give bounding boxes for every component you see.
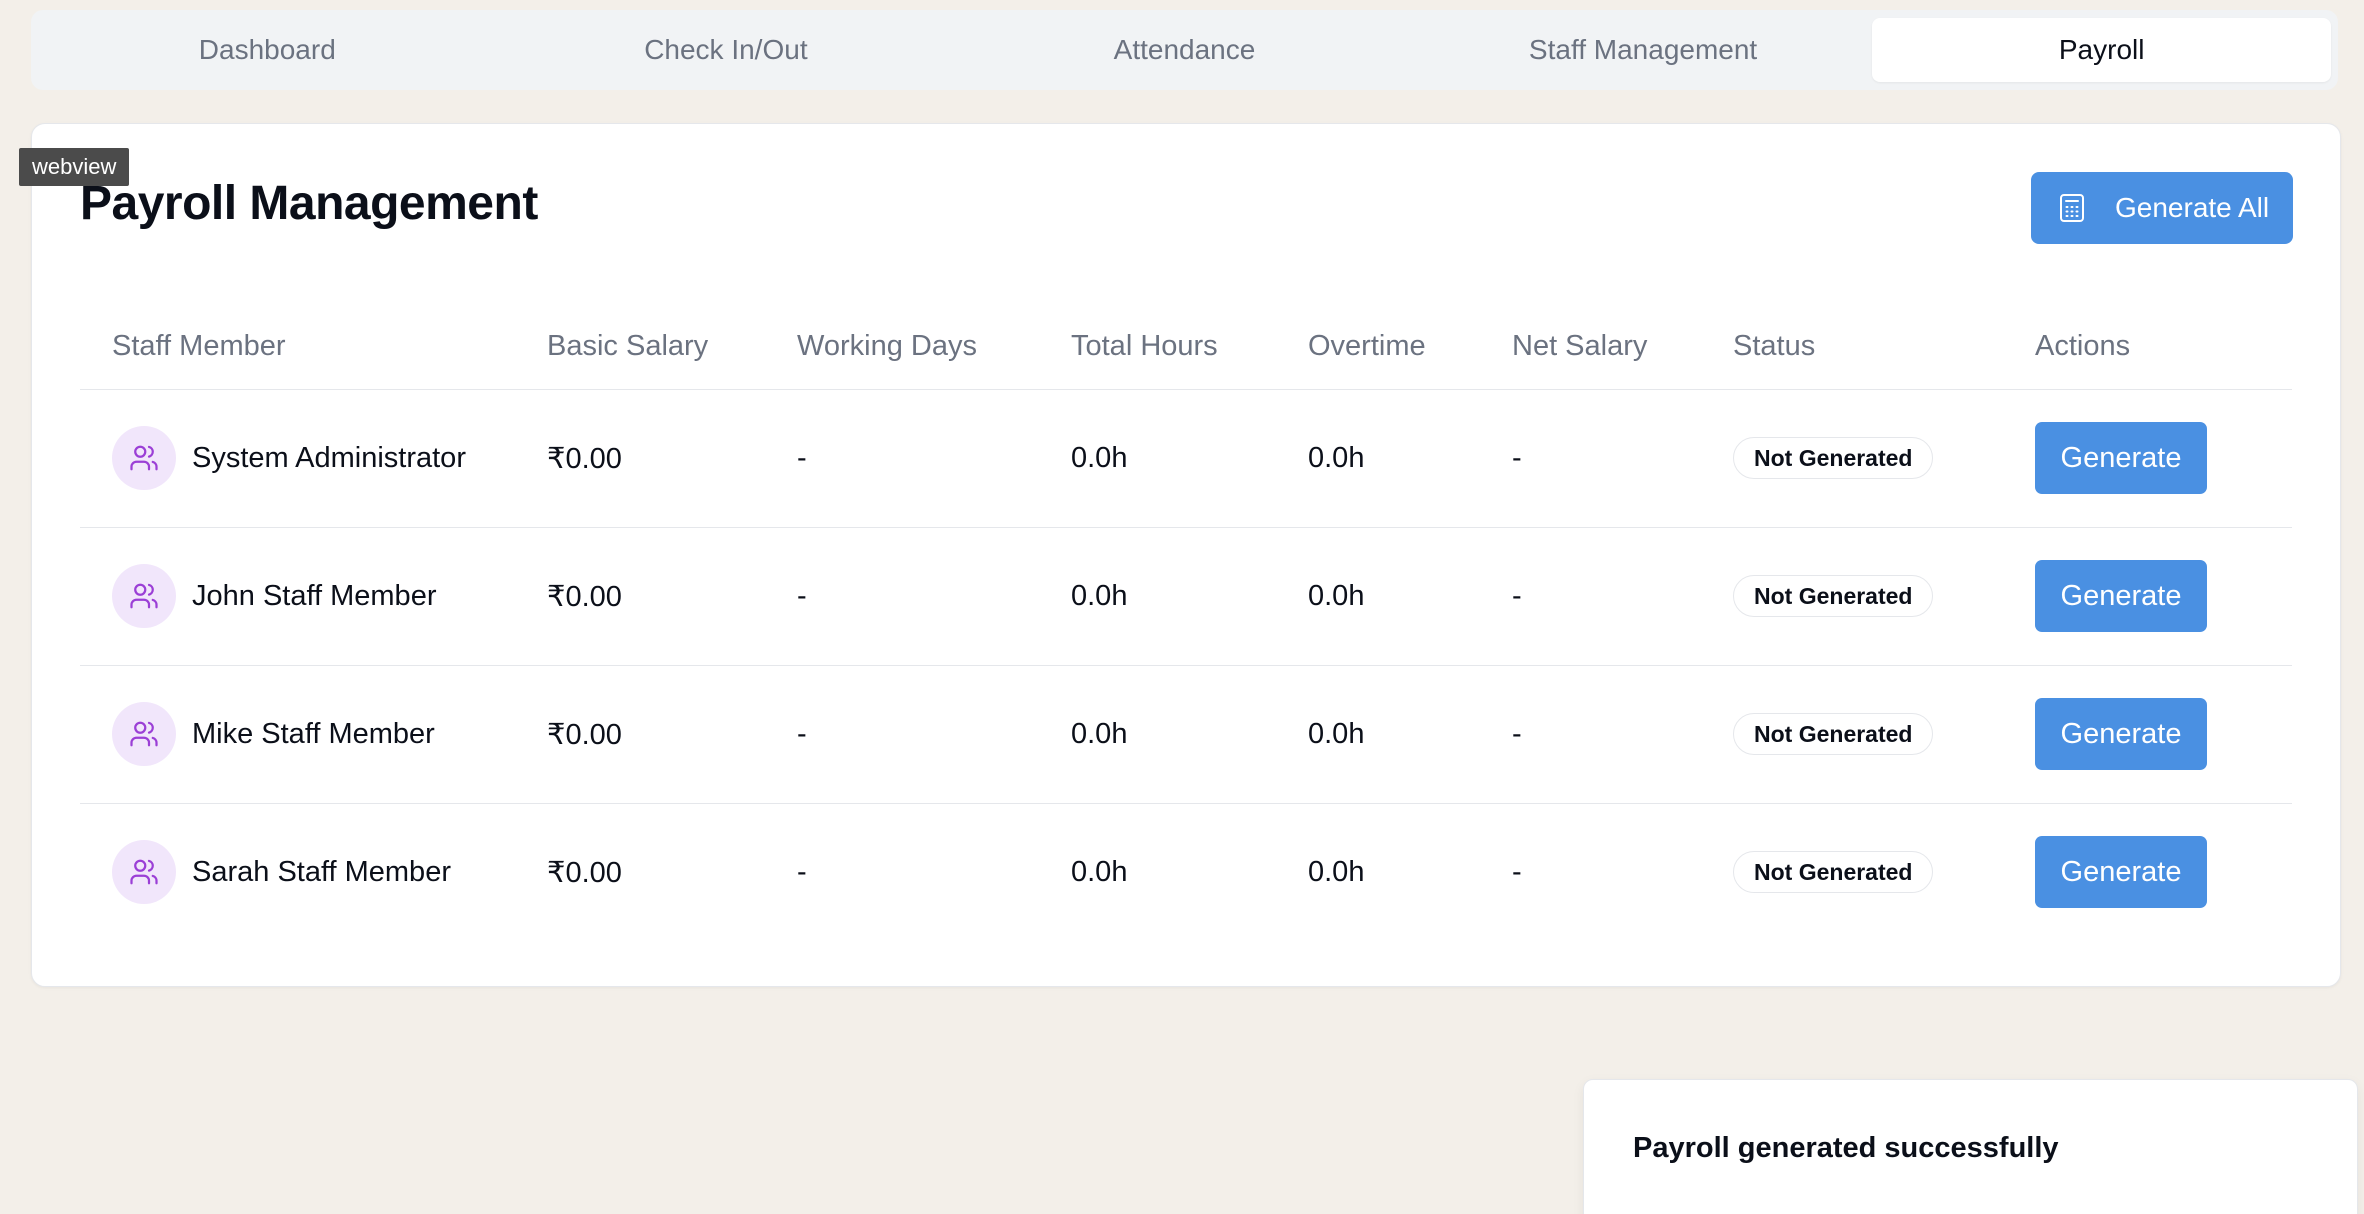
header-overtime: Overtime (1308, 304, 1512, 390)
status-badge: Not Generated (1733, 575, 1934, 617)
users-icon (130, 721, 158, 747)
webview-tag: webview (19, 148, 130, 186)
success-toast: Payroll generated successfully (1583, 1079, 2358, 1214)
generate-button[interactable]: Generate (2035, 836, 2207, 909)
status-badge: Not Generated (1733, 437, 1934, 479)
total-hours: 0.0h (1071, 665, 1308, 804)
staff-name: Mike Staff Member (192, 717, 435, 750)
status-badge: Not Generated (1733, 713, 1934, 755)
basic-salary: ₹0.00 (547, 527, 797, 666)
payroll-table: Staff Member Basic Salary Working Days T… (80, 304, 2292, 941)
toast-message: Payroll generated successfully (1633, 1132, 2059, 1164)
table-row: Sarah Staff Member ₹0.00 - 0.0h 0.0h - N… (80, 803, 2292, 941)
header-staff-member: Staff Member (80, 304, 547, 390)
overtime: 0.0h (1308, 665, 1512, 804)
table-row: Mike Staff Member ₹0.00 - 0.0h 0.0h - No… (80, 665, 2292, 804)
working-days: - (797, 855, 807, 888)
table-row: John Staff Member ₹0.00 - 0.0h 0.0h - No… (80, 527, 2292, 666)
total-hours: 0.0h (1071, 527, 1308, 666)
tab-dashboard[interactable]: Dashboard (38, 18, 497, 82)
header-working-days: Working Days (797, 304, 1071, 390)
header-total-hours: Total Hours (1071, 304, 1308, 390)
generate-all-label: Generate All (2115, 192, 2270, 223)
calculator-icon (2060, 194, 2084, 222)
header-status: Status (1733, 304, 2035, 390)
staff-name: System Administrator (192, 441, 466, 474)
staff-name: Sarah Staff Member (192, 855, 451, 888)
tab-payroll[interactable]: Payroll (1872, 18, 2331, 82)
tab-staff-management[interactable]: Staff Management (1414, 18, 1873, 82)
net-salary: - (1512, 389, 1733, 528)
users-icon (130, 859, 158, 885)
net-salary: - (1512, 855, 1522, 888)
avatar (112, 564, 176, 628)
header-basic-salary: Basic Salary (547, 304, 797, 390)
overtime: 0.0h (1308, 527, 1512, 666)
generate-button[interactable]: Generate (2035, 698, 2207, 770)
total-hours: 0.0h (1071, 389, 1308, 528)
header-actions: Actions (2035, 304, 2292, 390)
tab-check-in-out[interactable]: Check In/Out (497, 18, 956, 82)
header-net-salary: Net Salary (1512, 304, 1733, 390)
basic-salary: ₹0.00 (547, 389, 797, 528)
net-salary: - (1512, 665, 1733, 804)
table-row: System Administrator ₹0.00 - 0.0h 0.0h -… (80, 389, 2292, 528)
tab-attendance[interactable]: Attendance (955, 18, 1414, 82)
working-days: - (797, 389, 1071, 528)
net-salary: - (1512, 527, 1733, 666)
working-days: - (797, 665, 1071, 804)
basic-salary: ₹0.00 (547, 856, 622, 889)
avatar (112, 702, 176, 766)
avatar (112, 426, 176, 490)
working-days: - (797, 527, 1071, 666)
overtime: 0.0h (1308, 855, 1365, 888)
users-icon (130, 583, 158, 609)
total-hours: 0.0h (1071, 855, 1128, 888)
basic-salary: ₹0.00 (547, 665, 797, 804)
status-badge: Not Generated (1733, 851, 1934, 894)
overtime: 0.0h (1308, 389, 1512, 528)
avatar (112, 840, 176, 905)
tab-bar: Dashboard Check In/Out Attendance Staff … (31, 10, 2338, 90)
staff-name: John Staff Member (192, 579, 437, 612)
table-header-row: Staff Member Basic Salary Working Days T… (80, 304, 2292, 390)
generate-button[interactable]: Generate (2035, 422, 2207, 494)
page-title: Payroll Management (80, 177, 538, 230)
payroll-card: Payroll Management Generate All Staff Me… (31, 123, 2341, 987)
users-icon (130, 445, 158, 471)
generate-button[interactable]: Generate (2035, 560, 2207, 632)
generate-all-button[interactable]: Generate All (2031, 172, 2293, 244)
